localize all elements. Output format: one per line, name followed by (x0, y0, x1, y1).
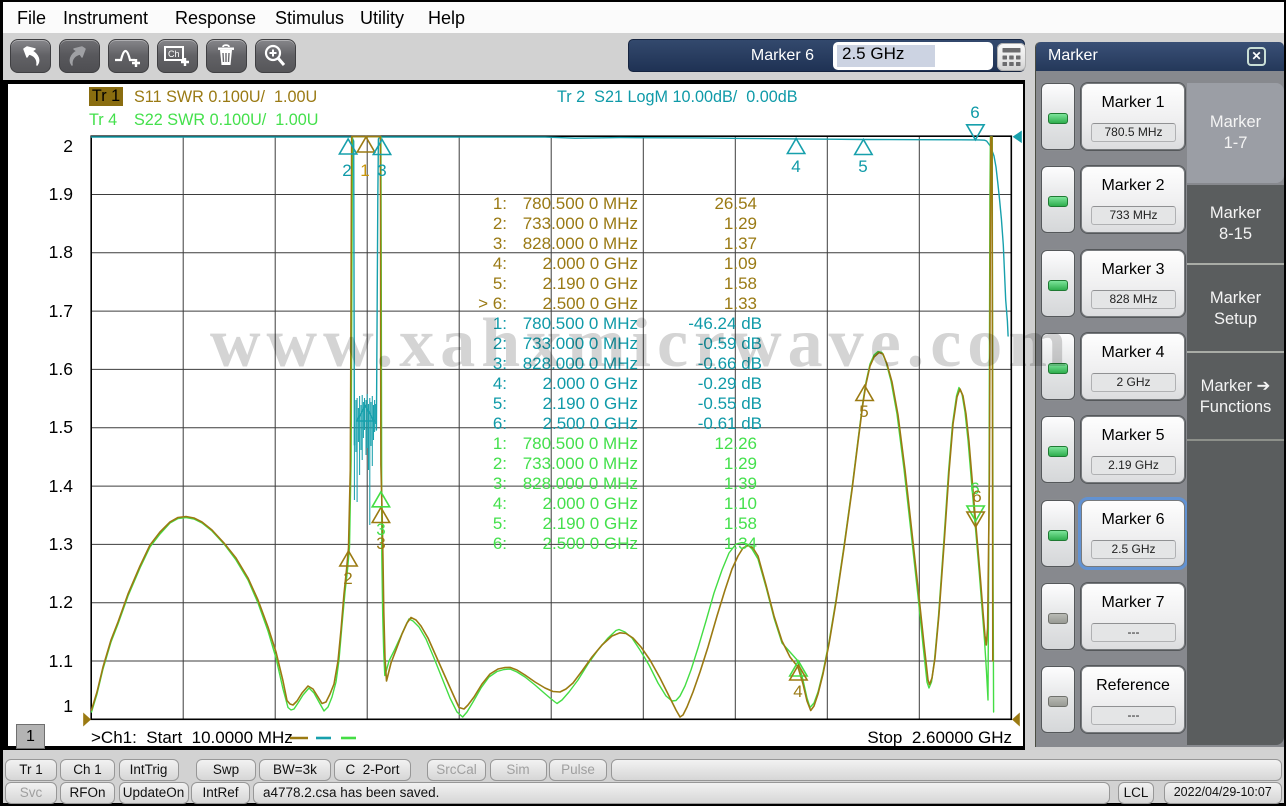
svg-text:Ch: Ch (168, 49, 180, 59)
